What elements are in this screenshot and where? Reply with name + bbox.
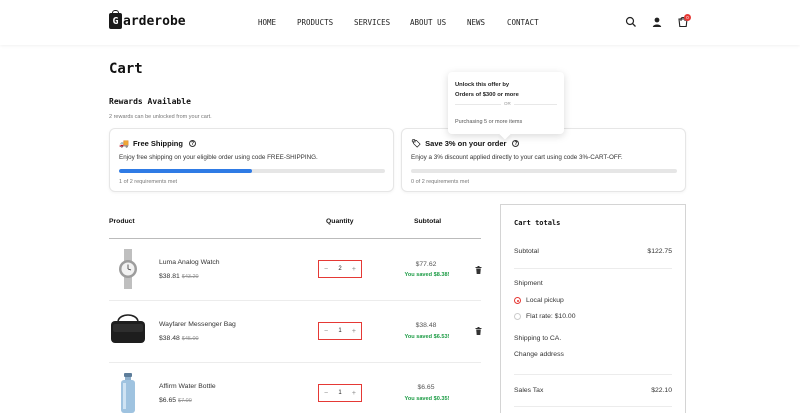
row-subtotal: $38.48 xyxy=(415,322,437,329)
quantity-value[interactable]: 1 xyxy=(338,328,341,334)
reward-card-discount: 🏷 Save 3% on your order ? Enjoy a 3% dis… xyxy=(401,128,686,192)
search-icon[interactable] xyxy=(625,16,637,28)
increase-button[interactable]: + xyxy=(352,328,356,335)
reward-progress-bar xyxy=(119,169,385,173)
product-price: $38.48 $45.00 xyxy=(159,335,199,342)
cart-totals-title: Cart totals xyxy=(514,219,561,227)
truck-icon: 🚚 xyxy=(119,139,129,148)
nav-products[interactable]: PRODUCTS xyxy=(297,18,333,27)
row-divider xyxy=(109,300,481,301)
radio-selected[interactable] xyxy=(514,297,521,304)
row-subtotal: $6.65 xyxy=(417,384,435,391)
page-title: Cart xyxy=(109,61,143,77)
quantity-stepper: − 2 + xyxy=(318,260,362,278)
product-image-watch[interactable] xyxy=(109,249,147,289)
shipment-label: Shipment xyxy=(514,280,543,287)
shipping-option-flat-rate[interactable]: Flat rate: $10.00 xyxy=(514,313,576,320)
cart-totals-panel: Cart totals Subtotal $122.75 Shipment Lo… xyxy=(500,204,686,413)
totals-divider xyxy=(514,374,672,375)
nav-services[interactable]: SERVICES xyxy=(354,18,390,27)
logo-bag-icon: G xyxy=(109,10,122,29)
quantity-value[interactable]: 2 xyxy=(338,266,341,272)
help-icon[interactable]: ? xyxy=(512,140,520,147)
increase-button[interactable]: + xyxy=(352,390,356,397)
tooltip-requirement: Purchasing 5 or more items xyxy=(455,119,523,125)
reward-card-meta: 0 of 2 requirements met xyxy=(411,179,470,185)
quantity-stepper: − 1 + xyxy=(318,384,362,402)
nav-contact[interactable]: CONTACT xyxy=(507,18,539,27)
trash-icon[interactable] xyxy=(475,266,482,274)
product-name[interactable]: Wayfarer Messenger Bag xyxy=(159,321,236,328)
nav-about-us[interactable]: ABOUT US xyxy=(410,18,446,27)
table-header-divider xyxy=(109,238,481,239)
product-name[interactable]: Affirm Water Bottle xyxy=(159,383,216,390)
subtotal-row: Subtotal $122.75 xyxy=(514,248,672,255)
nav-home[interactable]: HOME xyxy=(258,18,276,27)
radio-unselected[interactable] xyxy=(514,313,521,320)
row-divider xyxy=(109,362,481,363)
decrease-button[interactable]: − xyxy=(324,390,328,397)
logo-text: arderobe xyxy=(123,13,186,29)
logo[interactable]: G arderobe xyxy=(109,10,186,29)
product-price: $38.81 $43.20 xyxy=(159,273,199,280)
sales-tax-row: Sales Tax $22.10 xyxy=(514,387,672,394)
tooltip-heading: Unlock this offer by Orders of $300 or m… xyxy=(455,82,519,98)
column-header-subtotal: Subtotal xyxy=(414,218,442,225)
reward-progress-bar xyxy=(411,169,677,173)
quantity-value[interactable]: 1 xyxy=(338,390,341,396)
reward-card-description: Enjoy a 3% discount applied directly to … xyxy=(411,154,623,161)
row-saved: You saved $0.35! xyxy=(404,396,450,402)
product-image-bottle[interactable] xyxy=(109,373,147,413)
decrease-button[interactable]: − xyxy=(324,266,328,273)
row-saved: You saved $6.53! xyxy=(404,334,450,340)
nav-news[interactable]: NEWS xyxy=(467,18,485,27)
sales-tax-value: $22.10 xyxy=(651,387,672,394)
column-header-product: Product xyxy=(109,218,135,225)
column-header-quantity: Quantity xyxy=(326,218,354,225)
user-icon[interactable] xyxy=(651,16,663,28)
rewards-subtitle: 2 rewards can be unlocked from your cart… xyxy=(109,114,212,120)
reward-card-free-shipping: 🚚 Free Shipping ? Enjoy free shipping on… xyxy=(109,128,394,192)
reward-card-title: 🚚 Free Shipping ? xyxy=(119,139,196,148)
increase-button[interactable]: + xyxy=(352,266,356,273)
trash-icon[interactable] xyxy=(475,327,482,335)
site-header: G arderobe HOME PRODUCTS SERVICES ABOUT … xyxy=(0,0,800,45)
tooltip-divider: OR xyxy=(455,101,557,106)
shipping-option-local-pickup[interactable]: Local pickup xyxy=(514,297,564,304)
reward-progress-fill xyxy=(119,169,252,173)
cart-count-badge: 0 xyxy=(684,14,691,21)
row-subtotal: $77.62 xyxy=(415,261,437,268)
rewards-title: Rewards Available xyxy=(109,97,191,106)
product-price: $6.65 $7.00 xyxy=(159,397,192,404)
quantity-stepper: − 1 + xyxy=(318,322,362,340)
offer-tooltip: Unlock this offer by Orders of $300 or m… xyxy=(448,72,564,134)
change-address-link[interactable]: Change address xyxy=(514,351,564,358)
reward-card-title: 🏷 Save 3% on your order ? xyxy=(411,139,520,148)
help-icon[interactable]: ? xyxy=(188,140,196,147)
tag-icon: 🏷 xyxy=(411,139,422,148)
decrease-button[interactable]: − xyxy=(324,328,328,335)
product-name[interactable]: Luma Analog Watch xyxy=(159,259,220,266)
product-image-bag[interactable] xyxy=(109,311,147,351)
totals-divider xyxy=(514,268,672,269)
subtotal-value: $122.75 xyxy=(647,248,672,255)
reward-card-meta: 1 of 2 requirements met xyxy=(119,179,178,185)
shipping-destination: Shipping to CA. xyxy=(514,335,562,342)
totals-divider xyxy=(514,406,672,407)
reward-card-description: Enjoy free shipping on your eligible ord… xyxy=(119,154,318,161)
row-saved: You saved $8.38! xyxy=(404,272,450,278)
